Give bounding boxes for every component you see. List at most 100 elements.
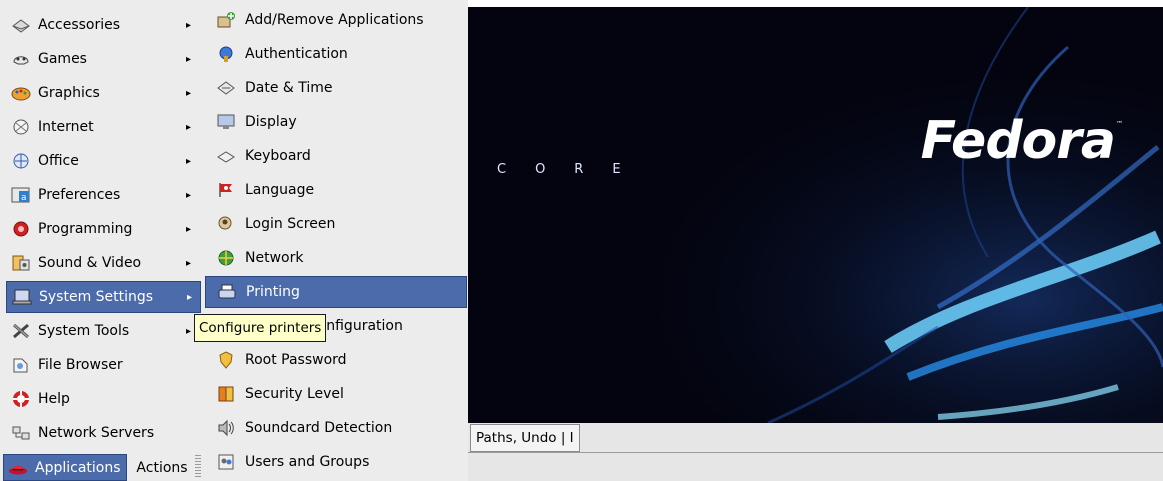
submenu-item-users-and-groups[interactable]: Users and Groups bbox=[205, 446, 465, 478]
submenu-arrow-icon: ▸ bbox=[186, 87, 192, 99]
submenu-item-label: Security Level bbox=[245, 386, 344, 402]
submenu-item-display[interactable]: Display bbox=[205, 106, 465, 138]
submenu-arrow-icon: ▸ bbox=[186, 121, 192, 133]
menu-item-preferences[interactable]: a Preferences ▸ bbox=[6, 179, 199, 211]
submenu-arrow-icon: ▸ bbox=[186, 19, 192, 31]
menu-item-label: Accessories bbox=[38, 17, 121, 33]
menu-item-label: Office bbox=[38, 153, 79, 169]
printer-icon bbox=[216, 281, 238, 303]
users-groups-icon bbox=[215, 451, 237, 473]
submenu-item-add-remove-applications[interactable]: Add/Remove Applications bbox=[205, 4, 465, 36]
menu-item-file-browser[interactable]: File Browser bbox=[6, 349, 199, 381]
menu-item-programming[interactable]: Programming ▸ bbox=[6, 213, 199, 245]
menu-item-label: File Browser bbox=[38, 357, 123, 373]
trademark-mark: ™ bbox=[1116, 120, 1123, 128]
applications-menu: Accessories ▸ Games ▸ Graphics ▸ Internet ▸ Offi… bbox=[0, 0, 203, 450]
tooltip: Configure printers bbox=[194, 314, 327, 342]
submenu-item-label: Users and Groups bbox=[245, 454, 370, 470]
authentication-icon bbox=[215, 43, 237, 65]
soundcard-icon bbox=[215, 417, 237, 439]
system-settings-icon bbox=[11, 286, 33, 308]
applications-menu-button[interactable]: Applications bbox=[3, 454, 127, 481]
redhat-icon bbox=[9, 461, 31, 475]
submenu-item-label: Language bbox=[245, 182, 315, 198]
system-settings-submenu: Add/Remove Applications Authentication Dat… bbox=[203, 0, 468, 481]
network-servers-icon bbox=[10, 422, 32, 444]
menu-item-network-servers[interactable]: Network Servers bbox=[6, 417, 199, 449]
accessories-icon bbox=[10, 14, 32, 36]
network-icon bbox=[215, 247, 237, 269]
games-icon bbox=[10, 48, 32, 70]
menu-item-system-tools[interactable]: System Tools ▸ bbox=[6, 315, 199, 347]
submenu-item-label: Authentication bbox=[245, 46, 348, 62]
programming-icon bbox=[10, 218, 32, 240]
office-icon bbox=[10, 150, 32, 172]
menu-item-label: System Tools bbox=[38, 323, 130, 339]
sound-video-icon bbox=[10, 252, 32, 274]
submenu-arrow-icon: ▸ bbox=[186, 155, 192, 167]
submenu-item-root-password[interactable]: Root Password bbox=[205, 344, 465, 376]
fedora-swirl-graphic bbox=[468, 7, 1163, 423]
desktop-background: Fedora ™ bbox=[468, 7, 1163, 423]
login-screen-icon bbox=[215, 213, 237, 235]
taskbar-window-button[interactable]: Paths, Undo | I bbox=[470, 424, 580, 452]
menu-item-label: Graphics bbox=[38, 85, 100, 101]
keyboard-icon bbox=[215, 145, 237, 167]
language-icon bbox=[215, 179, 237, 201]
security-level-icon bbox=[215, 383, 237, 405]
submenu-arrow-icon: ▸ bbox=[186, 189, 192, 201]
submenu-arrow-icon: ▸ bbox=[186, 223, 192, 235]
menu-item-label: Programming bbox=[38, 221, 133, 237]
menu-item-system-settings[interactable]: System Settings ▸ bbox=[6, 281, 201, 313]
submenu-arrow-icon: ▸ bbox=[187, 291, 193, 303]
actions-menu-button[interactable]: Actions bbox=[131, 454, 193, 481]
submenu-item-language[interactable]: Language bbox=[205, 174, 465, 206]
menu-item-games[interactable]: Games ▸ bbox=[6, 43, 199, 75]
menu-item-label: Internet bbox=[38, 119, 94, 135]
help-icon bbox=[10, 388, 32, 410]
submenu-item-label: Printing bbox=[246, 284, 300, 300]
submenu-item-keyboard[interactable]: Keyboard bbox=[205, 140, 465, 172]
submenu-item-security-level[interactable]: Security Level bbox=[205, 378, 465, 410]
submenu-arrow-icon: ▸ bbox=[186, 53, 192, 65]
submenu-item-date-and-time[interactable]: Date & Time bbox=[205, 72, 465, 104]
submenu-item-soundcard-detection[interactable]: Soundcard Detection bbox=[205, 412, 465, 444]
menu-item-help[interactable]: Help bbox=[6, 383, 199, 415]
menu-item-graphics[interactable]: Graphics ▸ bbox=[6, 77, 199, 109]
menu-item-label: Games bbox=[38, 51, 87, 67]
menu-item-office[interactable]: Office ▸ bbox=[6, 145, 199, 177]
submenu-item-label: Keyboard bbox=[245, 148, 311, 164]
submenu-item-label: Add/Remove Applications bbox=[245, 12, 424, 28]
submenu-item-label: Login Screen bbox=[245, 216, 336, 232]
preferences-icon: a bbox=[10, 184, 32, 206]
taskbar-window-label: Paths, Undo | I bbox=[476, 430, 574, 446]
file-browser-icon bbox=[10, 354, 32, 376]
menu-item-accessories[interactable]: Accessories ▸ bbox=[6, 9, 199, 41]
submenu-item-authentication[interactable]: Authentication bbox=[205, 38, 465, 70]
submenu-item-label: Root Password bbox=[245, 352, 347, 368]
submenu-item-label: Soundcard Detection bbox=[245, 420, 393, 436]
menu-item-internet[interactable]: Internet ▸ bbox=[6, 111, 199, 143]
menu-item-label: Network Servers bbox=[38, 425, 155, 441]
svg-text:a: a bbox=[21, 193, 27, 203]
menu-item-label: System Settings bbox=[39, 289, 154, 305]
fedora-logo-text: Fedora bbox=[920, 111, 1116, 171]
menu-item-label: Help bbox=[38, 391, 70, 407]
submenu-item-printing[interactable]: Printing bbox=[205, 276, 467, 308]
root-password-icon bbox=[215, 349, 237, 371]
submenu-item-login-screen[interactable]: Login Screen bbox=[205, 208, 465, 240]
date-time-icon bbox=[215, 77, 237, 99]
internet-icon bbox=[10, 116, 32, 138]
taskbar-divider bbox=[468, 452, 1163, 453]
submenu-arrow-icon: ▸ bbox=[186, 257, 192, 269]
panel-drag-handle[interactable] bbox=[195, 455, 201, 477]
menu-item-sound-and-video[interactable]: Sound & Video ▸ bbox=[6, 247, 199, 279]
applications-label: Applications bbox=[35, 459, 121, 476]
submenu-item-label: Network bbox=[245, 250, 304, 266]
graphics-icon bbox=[10, 82, 32, 104]
add-remove-applications-icon bbox=[215, 9, 237, 31]
submenu-item-network[interactable]: Network bbox=[205, 242, 465, 274]
submenu-item-label: Display bbox=[245, 114, 297, 130]
menu-item-label: Preferences bbox=[38, 187, 121, 203]
system-tools-icon bbox=[10, 320, 32, 342]
